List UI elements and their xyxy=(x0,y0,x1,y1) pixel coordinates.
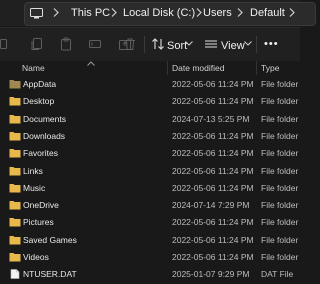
column-type[interactable]: Type xyxy=(261,63,279,73)
file-row[interactable]: Videos 2022-05-06 11:24 PM File folder xyxy=(0,249,300,266)
view-icon[interactable] xyxy=(204,37,218,51)
command-bar: Sort View ••• xyxy=(0,27,300,62)
breadcrumb-default[interactable]: Default xyxy=(250,7,285,19)
folder-icon xyxy=(9,166,21,175)
file-type: File folder xyxy=(261,234,299,245)
view-button[interactable]: View xyxy=(221,40,245,52)
file-row[interactable]: Saved Games 2022-05-06 11:24 PM File folde… xyxy=(0,232,300,249)
delete-icon[interactable] xyxy=(123,37,137,51)
file-date-modified: 2024-07-14 7:29 PM xyxy=(172,200,250,211)
folder-icon xyxy=(9,253,21,262)
chevron-right-icon[interactable] xyxy=(196,8,202,17)
folder-icon xyxy=(9,201,21,210)
folder-icon xyxy=(9,131,21,141)
file-name: Downloads xyxy=(23,130,66,141)
file-name: OneDrive xyxy=(23,200,59,211)
file-name: Saved Games xyxy=(23,234,77,245)
chevron-down-icon[interactable] xyxy=(244,41,252,46)
file-name: Documents xyxy=(23,113,66,124)
file-date-modified: 2022-05-06 11:24 PM xyxy=(172,252,254,262)
file-name: NTUSER.DAT xyxy=(23,269,77,280)
hidden-folder-icon xyxy=(9,80,21,89)
file-row[interactable]: Music 2022-05-06 11:24 PM File folder xyxy=(0,180,300,197)
file-date-modified: 2022-05-06 11:24 PM xyxy=(172,234,254,245)
file-name: Pictures xyxy=(23,217,54,228)
breadcrumb-users[interactable]: Users xyxy=(203,7,232,19)
file-row[interactable]: AppData 2022-05-06 11:24 PM File folder xyxy=(0,76,300,93)
file-row[interactable]: NTUSER.DAT 2025-01-07 9:29 PM DAT File xyxy=(0,266,300,283)
file-row[interactable]: Downloads 2022-05-06 11:24 PM File folder xyxy=(0,128,300,145)
column-divider[interactable] xyxy=(167,61,168,75)
file-name: Videos xyxy=(23,252,49,262)
column-date-modified[interactable]: Date modified xyxy=(172,63,224,73)
sort-icon[interactable] xyxy=(151,37,165,51)
file-type: File folder xyxy=(261,148,299,159)
file-name: Favorites xyxy=(23,148,58,159)
file-name: Music xyxy=(23,182,46,193)
sort-caret-icon xyxy=(87,61,95,66)
folder-icon xyxy=(9,114,21,124)
cut-icon[interactable] xyxy=(0,37,14,51)
chevron-right-icon[interactable] xyxy=(237,8,243,17)
file-date-modified: 2022-05-06 11:24 PM xyxy=(172,96,254,107)
folder-icon xyxy=(9,218,21,227)
chevron-right-icon[interactable] xyxy=(111,8,117,17)
copy-icon[interactable] xyxy=(30,37,44,51)
file-row[interactable]: Links 2022-05-06 11:24 PM File folder xyxy=(0,163,300,180)
chevron-right-icon[interactable] xyxy=(289,8,295,17)
file-icon xyxy=(10,269,20,280)
file-row[interactable]: Pictures 2022-05-06 11:24 PM File folder xyxy=(0,214,300,231)
toolbar-separator xyxy=(144,36,145,53)
file-type: File folder xyxy=(261,79,299,89)
file-row[interactable]: Desktop 2022-05-06 11:24 PM File folder xyxy=(0,93,300,110)
breadcrumb-local-disk[interactable]: Local Disk (C:) xyxy=(123,7,195,19)
file-row[interactable]: Favorites 2022-05-06 11:24 PM File folder xyxy=(0,145,300,162)
chevron-right-icon[interactable] xyxy=(53,8,59,17)
file-type: DAT File xyxy=(261,269,294,280)
file-type: File folder xyxy=(261,165,299,176)
paste-icon[interactable] xyxy=(59,37,73,51)
folder-icon xyxy=(9,149,21,158)
toolbar-separator xyxy=(256,36,257,53)
file-type: File folder xyxy=(261,252,299,262)
file-type: File folder xyxy=(261,96,299,107)
file-type: File folder xyxy=(261,200,299,211)
file-type: File folder xyxy=(261,217,299,228)
column-divider[interactable] xyxy=(256,61,257,75)
file-type: File folder xyxy=(261,130,299,141)
column-header: Name Date modified Type xyxy=(0,61,300,75)
column-name[interactable]: Name xyxy=(22,63,45,73)
file-type: File folder xyxy=(261,113,299,124)
file-row[interactable]: Documents 2024-07-13 5:25 PM File folder xyxy=(0,111,300,128)
file-name: Links xyxy=(23,165,43,176)
file-date-modified: 2022-05-06 11:24 PM xyxy=(172,217,254,228)
breadcrumb-this-pc[interactable]: This PC xyxy=(71,7,110,19)
chevron-down-icon[interactable] xyxy=(185,41,193,46)
file-type: File folder xyxy=(261,182,299,193)
file-date-modified: 2022-05-06 11:24 PM xyxy=(172,165,254,176)
file-row[interactable]: OneDrive 2024-07-14 7:29 PM File folder xyxy=(0,197,300,214)
this-pc-monitor-icon[interactable] xyxy=(30,8,43,19)
file-date-modified: 2022-05-06 11:24 PM xyxy=(172,130,254,141)
folder-icon xyxy=(9,97,21,106)
more-options-button[interactable]: ••• xyxy=(264,38,279,50)
file-name: AppData xyxy=(23,79,57,89)
folder-icon xyxy=(9,183,21,193)
file-date-modified: 2022-05-06 11:24 PM xyxy=(172,148,254,159)
file-date-modified: 2022-05-06 11:24 PM xyxy=(172,79,254,89)
file-date-modified: 2024-07-13 5:25 PM xyxy=(172,113,250,124)
file-name: Desktop xyxy=(23,96,55,107)
address-bar: This PC Local Disk (C:) Users Default xyxy=(0,0,316,26)
folder-icon xyxy=(9,235,21,245)
rename-icon[interactable] xyxy=(88,37,102,51)
file-date-modified: 2022-05-06 11:24 PM xyxy=(172,182,254,193)
file-date-modified: 2025-01-07 9:29 PM xyxy=(172,269,250,280)
